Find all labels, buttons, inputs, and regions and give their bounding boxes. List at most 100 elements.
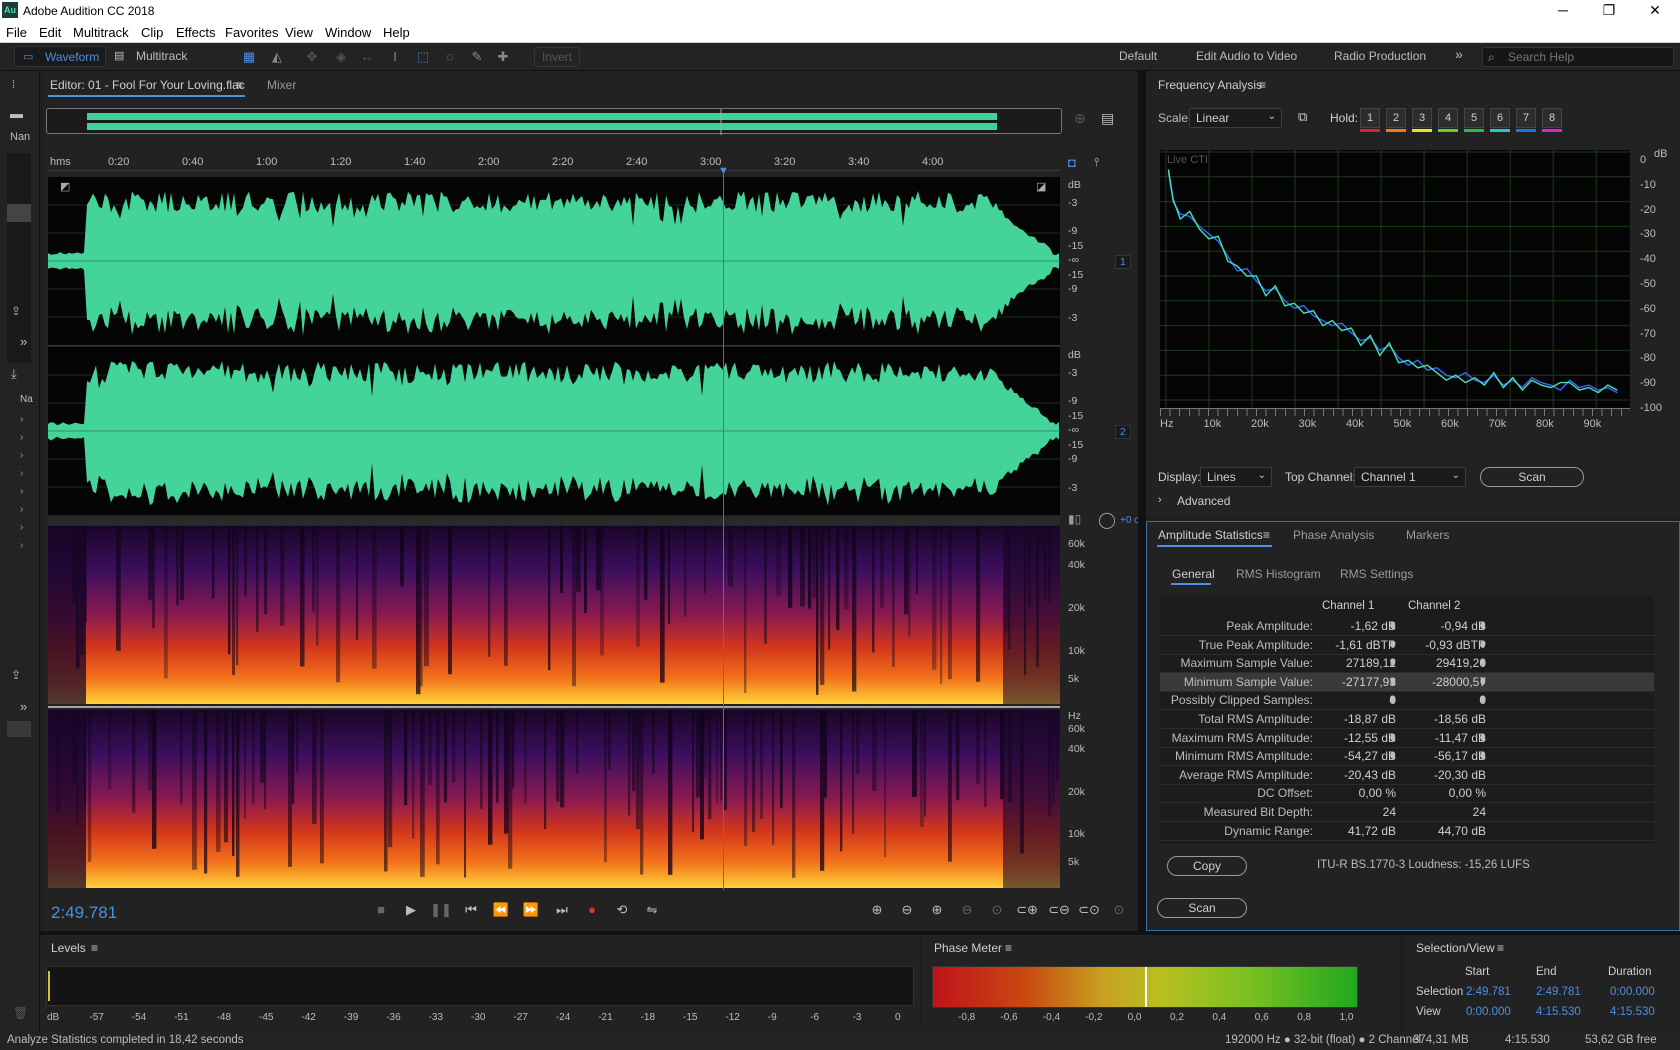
- spectral-divider-handle[interactable]: [48, 517, 1060, 525]
- go-to-pin-icon[interactable]: ⬮: [1390, 639, 1396, 650]
- zoom-out-amplitude-icon[interactable]: ⊖: [896, 900, 918, 920]
- hold-button-3[interactable]: 3: [1412, 108, 1432, 128]
- go-to-pin-icon[interactable]: ⬮: [1480, 639, 1486, 650]
- trash-icon[interactable]: 🗑: [13, 1006, 28, 1020]
- levels-title[interactable]: Levels: [51, 941, 86, 955]
- waveform-channel-2[interactable]: [48, 347, 1060, 515]
- go-to-pin-icon[interactable]: ⬮: [1390, 694, 1396, 705]
- go-to-pin-icon[interactable]: ⬮: [1390, 732, 1396, 743]
- marquee-selection-icon[interactable]: ⬚: [414, 48, 432, 66]
- go-to-pin-icon[interactable]: ⬮: [1390, 750, 1396, 761]
- volume-icon[interactable]: ▮▯: [1068, 512, 1081, 526]
- waveform-channel-1[interactable]: [48, 177, 1060, 345]
- advanced-chevron-icon[interactable]: ›: [1158, 494, 1162, 506]
- selection-end[interactable]: 2:49.781: [1536, 986, 1581, 998]
- zoom-in-time-icon[interactable]: ⊕: [926, 900, 948, 920]
- rewind-button[interactable]: ⏪: [490, 900, 512, 920]
- fast-forward-button[interactable]: ⏩: [520, 900, 542, 920]
- go-to-pin-icon[interactable]: ⬮: [1480, 732, 1486, 743]
- go-to-pin-icon[interactable]: ⬮: [1480, 657, 1486, 668]
- import-icon[interactable]: ⤓: [11, 366, 17, 382]
- hold-button-5[interactable]: 5: [1464, 108, 1484, 128]
- channel-2-toggle[interactable]: 2: [1115, 425, 1131, 439]
- open-file-icon[interactable]: ▬: [10, 106, 23, 121]
- zoom-selection-out-icon[interactable]: ⊂⊖: [1048, 900, 1070, 920]
- go-to-pin-icon[interactable]: ⬮: [1480, 676, 1486, 687]
- view-end[interactable]: 4:15.530: [1536, 1006, 1581, 1018]
- workspace-radio-production[interactable]: Radio Production: [1334, 49, 1426, 63]
- go-to-pin-icon[interactable]: ⬮: [1480, 620, 1486, 631]
- zoom-out-full-icon[interactable]: ⊂⊙: [1078, 900, 1100, 920]
- tab-phase-analysis[interactable]: Phase Analysis: [1293, 528, 1374, 542]
- razor-tool-icon[interactable]: ◈: [332, 48, 350, 66]
- fade-in-handle-icon[interactable]: ◩: [60, 180, 70, 193]
- workspace-edit-audio-video[interactable]: Edit Audio to Video: [1196, 49, 1297, 63]
- frequency-plot[interactable]: [1160, 150, 1630, 408]
- hold-button-6[interactable]: 6: [1490, 108, 1510, 128]
- go-to-pin-icon[interactable]: ⬮: [1480, 750, 1486, 761]
- frequency-panel-menu-icon[interactable]: ≡: [1259, 78, 1266, 92]
- phase-meter-title[interactable]: Phase Meter: [934, 941, 1002, 955]
- skip-selection-button[interactable]: ⇋: [641, 900, 663, 920]
- time-ruler[interactable]: hms 0:20 0:40 1:00 1:20 1:40 2:00 2:20 2:40 3:00…: [48, 153, 1060, 171]
- subtab-rms-settings[interactable]: RMS Settings: [1340, 567, 1413, 581]
- workspace-default[interactable]: Default: [1119, 49, 1157, 63]
- zoom-selection-in-icon[interactable]: ⊂⊕: [1016, 900, 1038, 920]
- hold-button-8[interactable]: 8: [1542, 108, 1562, 128]
- selection-view-title[interactable]: Selection/View: [1416, 941, 1495, 955]
- history-play-button[interactable]: [7, 721, 31, 737]
- go-to-pin-icon[interactable]: ⬮: [1390, 620, 1396, 631]
- go-to-pin-icon[interactable]: ⬮: [1480, 694, 1486, 705]
- go-to-end-button[interactable]: ⏭: [551, 900, 573, 920]
- stop-button[interactable]: ■: [370, 900, 392, 920]
- maximize-button[interactable]: ❐: [1586, 0, 1632, 22]
- subtab-general[interactable]: General: [1172, 567, 1215, 581]
- loop-playback-button[interactable]: ⟲: [611, 900, 633, 920]
- menu-file[interactable]: File: [6, 25, 27, 40]
- files-list-selected[interactable]: [7, 204, 31, 222]
- expand-panel-button[interactable]: »: [20, 334, 27, 349]
- volume-readout[interactable]: +0 c: [1120, 515, 1139, 526]
- panel-menu-icon[interactable]: ⁞: [12, 79, 15, 91]
- zoom-selection-icon[interactable]: ⊕: [1074, 110, 1086, 127]
- snap-headphones-icon[interactable]: ◘: [1068, 155, 1076, 170]
- zoom-in-amplitude-icon[interactable]: ⊕: [866, 900, 888, 920]
- editor-tab[interactable]: Editor: 01 - Fool For Your Loving.flac: [50, 78, 245, 92]
- lasso-tool-icon[interactable]: ◌: [441, 48, 459, 66]
- view-start[interactable]: 0:00.000: [1466, 1006, 1511, 1018]
- menu-help[interactable]: Help: [383, 25, 410, 40]
- new-snapshot-icon[interactable]: ⧉: [1298, 109, 1307, 125]
- marker-pin-icon[interactable]: ⫯: [1094, 155, 1099, 170]
- waveform-view-button[interactable]: ▭ Waveform: [14, 46, 106, 67]
- copy-button[interactable]: Copy: [1167, 856, 1247, 876]
- time-selection-tool-icon[interactable]: I: [386, 48, 404, 66]
- brush-tool-icon[interactable]: ✎: [468, 48, 486, 66]
- tab-amplitude-statistics[interactable]: Amplitude Statistics: [1158, 528, 1263, 542]
- search-help-box[interactable]: ⌕: [1482, 47, 1674, 67]
- current-time-display[interactable]: 2:49.781: [51, 903, 117, 923]
- view-options-icon[interactable]: ▤: [1101, 110, 1114, 127]
- slip-tool-icon[interactable]: ↔: [358, 48, 376, 66]
- view-duration[interactable]: 4:15.530: [1610, 1006, 1655, 1018]
- search-help-input[interactable]: [1508, 49, 1668, 65]
- tab-markers[interactable]: Markers: [1406, 528, 1449, 542]
- hold-button-2[interactable]: 2: [1386, 108, 1406, 128]
- phase-meter-menu-icon[interactable]: ≡: [1005, 941, 1012, 955]
- mixer-tab[interactable]: Mixer: [267, 78, 296, 92]
- spectral-pitch-icon[interactable]: ◭: [268, 48, 286, 66]
- effects-export-icon[interactable]: ⇪: [11, 668, 21, 682]
- menu-edit[interactable]: Edit: [39, 25, 61, 40]
- hold-button-4[interactable]: 4: [1438, 108, 1458, 128]
- display-dropdown[interactable]: Lines ⌄: [1200, 467, 1272, 487]
- overview-navigator[interactable]: [46, 108, 1062, 135]
- menu-effects[interactable]: Effects: [176, 25, 216, 40]
- play-button[interactable]: ▶: [400, 900, 422, 920]
- menu-favorites[interactable]: Favorites: [225, 25, 278, 40]
- hold-button-1[interactable]: 1: [1360, 108, 1380, 128]
- levels-menu-icon[interactable]: ≡: [91, 941, 98, 955]
- menu-multitrack[interactable]: Multitrack: [73, 25, 129, 40]
- spectral-frequency-icon[interactable]: ▦: [240, 48, 258, 66]
- media-browser-tree[interactable]: › › › › › › › ›: [20, 411, 23, 555]
- selection-duration[interactable]: 0:00.000: [1610, 986, 1655, 998]
- go-to-pin-icon[interactable]: ⬮: [1390, 676, 1396, 687]
